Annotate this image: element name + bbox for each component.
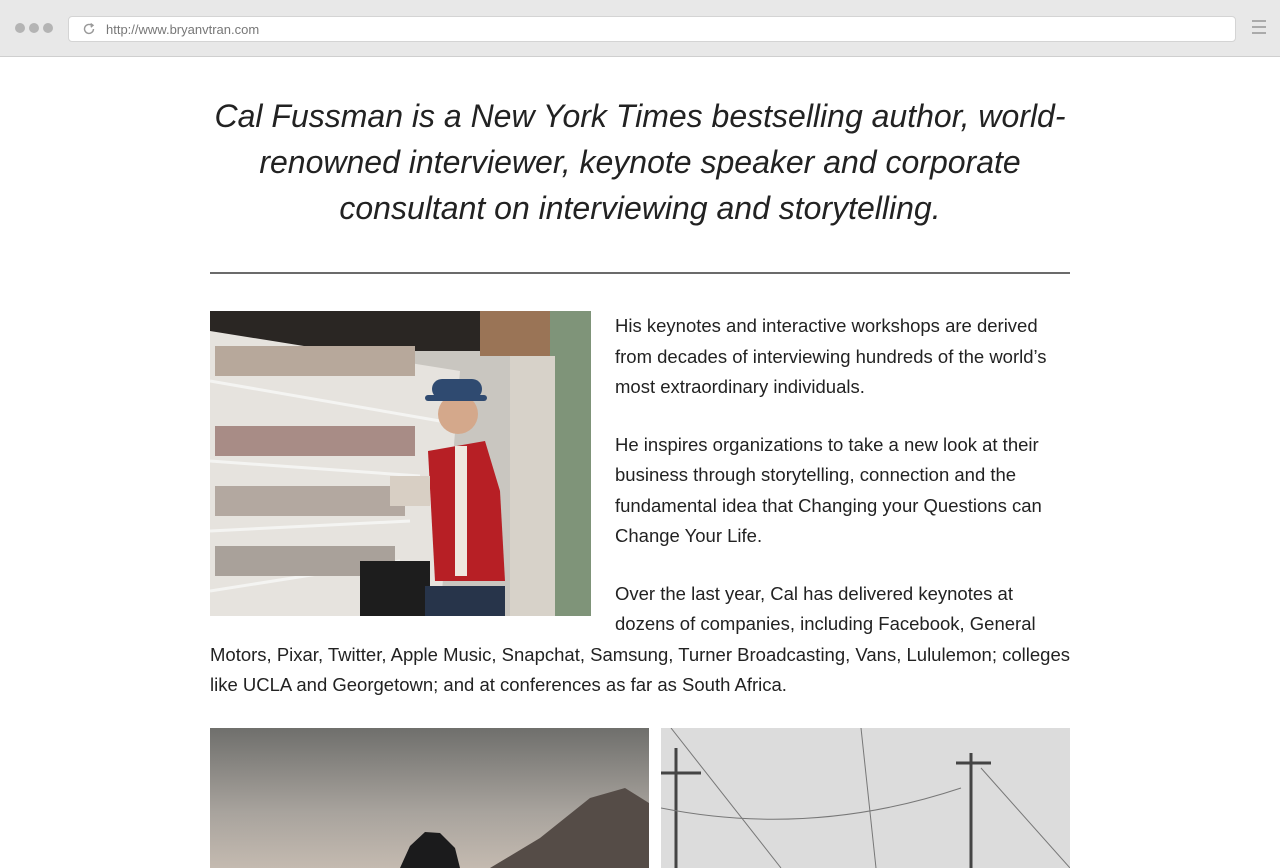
newsstand-photo [210, 311, 591, 616]
reload-icon[interactable] [82, 22, 96, 36]
bio-section: His keynotes and interactive workshops a… [210, 311, 1070, 728]
hamburger-menu-icon[interactable] [1252, 20, 1266, 34]
divider [210, 272, 1070, 274]
intro-quote: Cal Fussman is a New York Times bestsell… [214, 98, 1066, 226]
photo-gallery [210, 728, 1070, 868]
gallery-photo-mountain [210, 728, 649, 868]
address-bar[interactable]: http://www.bryanvtran.com [68, 16, 1236, 42]
url-text: http://www.bryanvtran.com [106, 21, 260, 37]
window-close-button[interactable] [15, 23, 25, 33]
window-maximize-button[interactable] [43, 23, 53, 33]
window-minimize-button[interactable] [29, 23, 39, 33]
browser-chrome: http://www.bryanvtran.com [0, 0, 1280, 57]
gallery-photo-power-lines [661, 728, 1070, 868]
page-content: Cal Fussman is a New York Times bestsell… [0, 57, 1280, 868]
window-controls [15, 23, 53, 33]
